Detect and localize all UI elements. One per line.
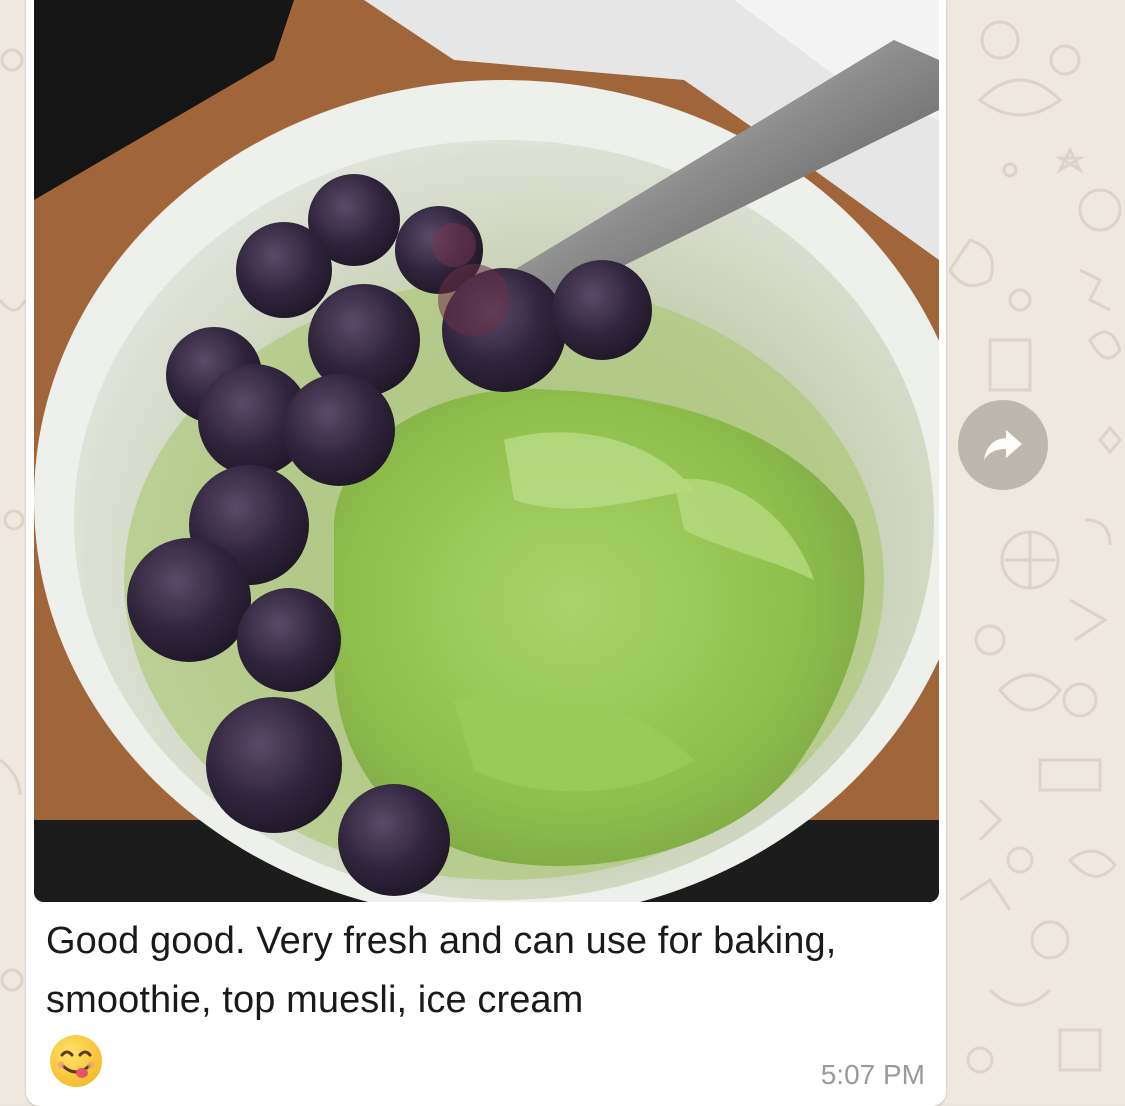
message-photo[interactable] [34,0,939,902]
yum-face-emoji-icon [48,1033,104,1089]
forward-arrow-icon [984,430,1022,460]
message-caption: Good good. Very fresh and can use for ba… [46,920,837,1021]
forward-button[interactable] [958,400,1048,490]
message-timestamp: 5:07 PM [820,1059,925,1090]
photo-image [34,0,939,902]
